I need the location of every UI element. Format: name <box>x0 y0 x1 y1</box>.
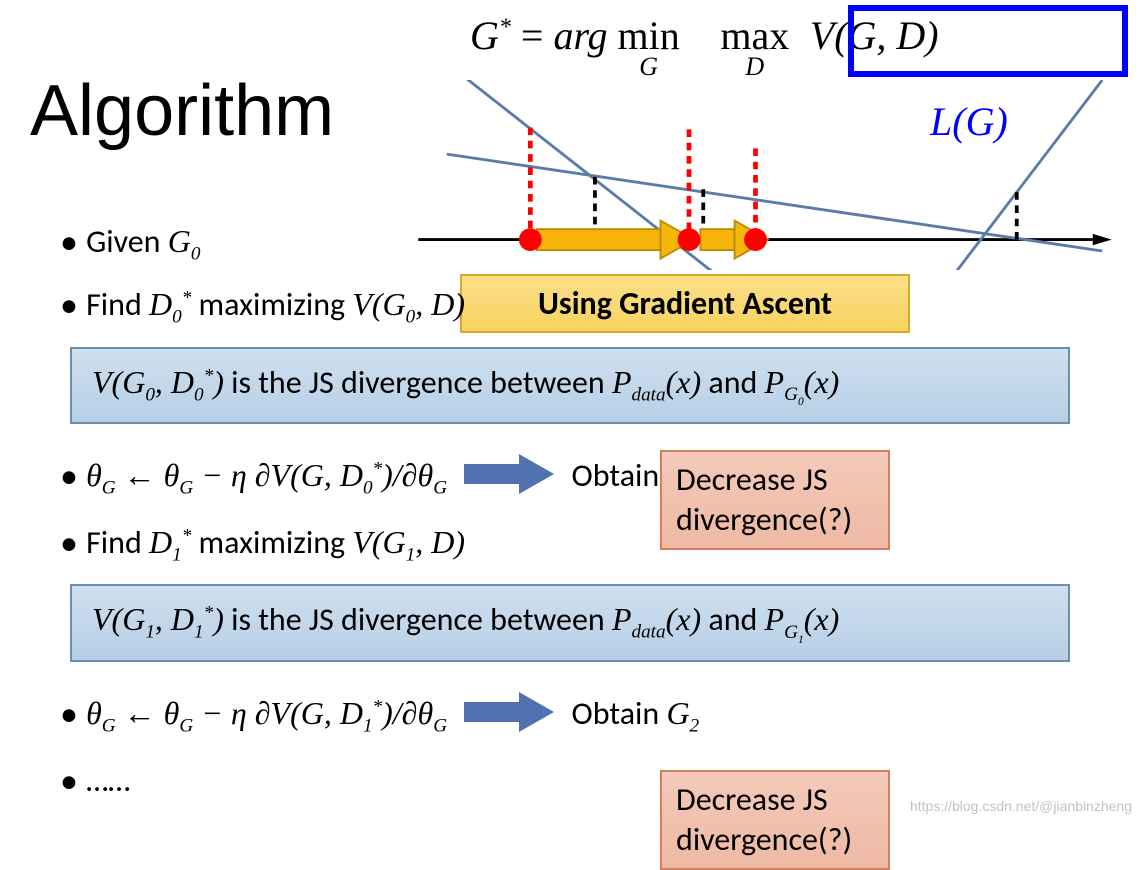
arrow-right-icon <box>464 692 554 741</box>
js-divergence-box-1: V(G1, D1*) is the JS divergence between … <box>70 584 1070 661</box>
text: maximizing <box>191 285 352 324</box>
text: maximizing <box>191 523 352 562</box>
bullet-update-theta-0: θG ← θG − η ∂V(G, D0*)/∂θG Obtain G1 <box>60 454 1110 503</box>
text: and <box>701 363 764 402</box>
text: Obtain <box>572 456 667 495</box>
text: and <box>701 600 764 639</box>
bullet-given-g0: Given G0 <box>60 220 1110 265</box>
bullet-list: Given G0 Find D0* maximizing V(G0, D) V(… <box>30 210 1110 821</box>
bullet-ellipsis: …… <box>60 759 1110 803</box>
bullet-update-theta-1: θG ← θG − η ∂V(G, D1*)/∂θG Obtain G2 <box>60 692 1110 741</box>
js-divergence-box-0: V(G0, D0*) is the JS divergence between … <box>70 347 1070 424</box>
decrease-js-box-2: Decrease JS divergence(?) <box>660 770 890 870</box>
bullet-find-d0: Find D0* maximizing V(G0, D) <box>60 283 1110 328</box>
arrow-right-icon <box>464 454 554 503</box>
text: …… <box>86 761 130 800</box>
text: is the JS divergence between <box>224 363 612 402</box>
text: Find <box>86 523 149 562</box>
text: Obtain <box>572 694 667 733</box>
text: is the JS divergence between <box>224 600 612 639</box>
watermark: https://blog.csdn.net/@jianbinzheng <box>910 798 1132 814</box>
max-box-highlight <box>848 5 1128 77</box>
slide-title: Algorithm <box>30 70 334 152</box>
text: Find <box>86 285 149 324</box>
text: Given <box>86 222 168 261</box>
bullet-find-d1: Find D1* maximizing V(G1, D) <box>60 521 1110 566</box>
decrease-js-box-1: Decrease JS divergence(?) <box>660 450 890 550</box>
slide: Algorithm G* = arg minG maxD V(G, D) L(G… <box>0 0 1138 864</box>
